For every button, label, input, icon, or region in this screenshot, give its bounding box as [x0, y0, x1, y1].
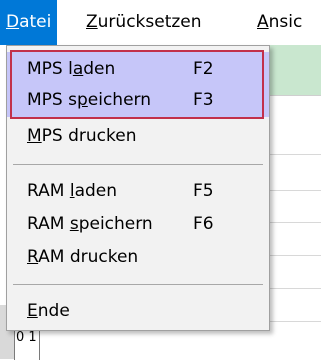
menu-item-shortcut: F6 [193, 214, 214, 234]
grid-line [268, 190, 321, 191]
menu-datei[interactable]: Datei [0, 0, 58, 45]
menu-item-mps-laden[interactable]: MPS laden F2 [7, 52, 269, 86]
menu-item-mps-speichern[interactable]: MPS speichern F3 [7, 83, 269, 117]
menu-item-label: MPS speichern [27, 90, 152, 110]
menu-item-label: RAM drucken [27, 247, 139, 267]
grid-line [268, 255, 321, 256]
menu-separator [13, 284, 263, 285]
menu-item-label: RAM speichern [27, 214, 153, 234]
menu-item-shortcut: F2 [193, 59, 214, 79]
grid-line [268, 288, 321, 289]
menu-separator [13, 164, 263, 165]
grid-line [268, 222, 321, 223]
menu-item-label: Ende [27, 301, 70, 321]
menu-item-mps-drucken[interactable]: MPS drucken [7, 119, 269, 153]
menu-item-shortcut: F5 [193, 181, 214, 201]
menu-item-label: MPS laden [27, 59, 116, 79]
menu-item-ram-drucken[interactable]: RAM drucken [7, 240, 269, 274]
menu-ansicht[interactable]: Ansic [251, 0, 308, 45]
app-header-band [268, 45, 321, 95]
menu-item-label: MPS drucken [27, 126, 137, 146]
menu-item-shortcut: F3 [193, 90, 214, 110]
menu-item-ram-speichern[interactable]: RAM speichern F6 [7, 207, 269, 241]
app-panel-box [268, 95, 321, 155]
datei-dropdown-menu: MPS laden F2 MPS speichern F3 MPS drucke… [6, 45, 270, 331]
menu-item-label: RAM laden [27, 181, 118, 201]
menu-zuruecksetzen[interactable]: Zurücksetzen [80, 0, 208, 45]
menu-bar: Datei Zurücksetzen Ansic [0, 0, 321, 45]
menu-item-ram-laden[interactable]: RAM laden F5 [7, 174, 269, 208]
menu-item-ende[interactable]: Ende [7, 294, 269, 328]
app-cell-text: 0 1 [16, 330, 37, 345]
